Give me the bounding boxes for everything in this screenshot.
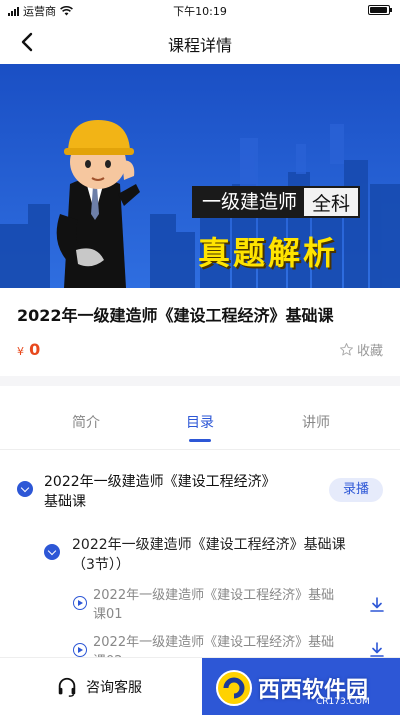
- section-title-line2: （3节））: [72, 557, 130, 573]
- consult-label: 咨询客服: [86, 680, 142, 696]
- chapter-title[interactable]: 2022年一级建造师《建设工程经济》 基础课: [44, 472, 276, 512]
- currency-symbol: ¥: [17, 345, 24, 358]
- banner-tag-scope: 全科: [302, 186, 361, 218]
- tab-catalog[interactable]: 目录: [160, 412, 240, 432]
- recorded-badge: 录播: [329, 478, 383, 502]
- tab-lecturer[interactable]: 讲师: [276, 412, 356, 432]
- chevron-down-icon[interactable]: [17, 481, 33, 497]
- download-icon[interactable]: [368, 596, 386, 614]
- status-bar: 运营商 下午10:19: [0, 0, 400, 20]
- play-icon[interactable]: [73, 643, 87, 657]
- tab-active-indicator: [189, 439, 211, 442]
- lesson-item[interactable]: 2022年一级建造师《建设工程经济》基础 课01: [93, 586, 334, 624]
- chapter-title-line2: 基础课: [44, 494, 86, 510]
- star-icon: [339, 343, 353, 356]
- chevron-down-icon[interactable]: [44, 544, 60, 560]
- watermark-site: CR173.COM: [316, 697, 370, 707]
- battery-icon: [368, 5, 392, 15]
- favorite-label: 收藏: [356, 344, 383, 359]
- tab-bar: 简介 目录 讲师: [0, 386, 400, 450]
- page-title: 课程详情: [167, 36, 232, 55]
- price-value: 0: [29, 340, 41, 359]
- play-icon[interactable]: [73, 596, 87, 610]
- nav-bar: 课程详情: [0, 20, 400, 64]
- section-divider: [0, 376, 400, 386]
- headset-icon: [58, 677, 76, 697]
- chapter-title-line1: 2022年一级建造师《建设工程经济》: [44, 474, 276, 490]
- status-time: 下午10:19: [173, 5, 227, 18]
- lesson-title-line1: 2022年一级建造师《建设工程经济》基础: [93, 635, 335, 650]
- lesson-title-line2: 课01: [93, 607, 123, 622]
- section-title[interactable]: 2022年一级建造师《建设工程经济》基础课 （3节））: [72, 535, 346, 575]
- course-title: 2022年一级建造师《建设工程经济》基础课: [17, 306, 334, 325]
- favorite-button[interactable]: 收藏: [339, 340, 383, 359]
- consult-service-button[interactable]: 咨询客服: [56, 676, 142, 698]
- course-banner: 一级建造师 全科 真题解析: [0, 64, 400, 288]
- tab-intro[interactable]: 简介: [46, 412, 126, 432]
- banner-headline: 真题解析: [198, 234, 339, 272]
- lesson-title-line1: 2022年一级建造师《建设工程经济》基础: [93, 588, 335, 603]
- course-price: ¥ 0: [17, 340, 40, 359]
- section-title-line1: 2022年一级建造师《建设工程经济》基础课: [72, 537, 346, 553]
- banner-tag-level: 一级建造师: [192, 186, 308, 218]
